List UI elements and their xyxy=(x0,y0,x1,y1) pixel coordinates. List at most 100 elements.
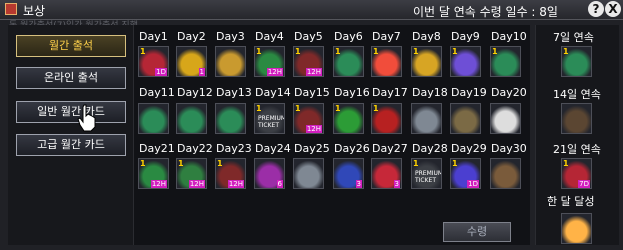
item-count: 1 xyxy=(217,159,223,168)
duration-badge: 1D xyxy=(467,180,479,188)
reward-slot-got-potion[interactable]: 1 xyxy=(333,46,364,77)
reward-slot-backpack[interactable] xyxy=(450,103,481,134)
reward-slot-silver-shield[interactable] xyxy=(293,158,324,189)
item-count: 1 xyxy=(256,47,262,56)
day-label: Day9 xyxy=(451,30,480,43)
hand-cursor-icon xyxy=(77,104,96,132)
duration-badge: 1 xyxy=(198,68,205,76)
duration-badge: 3 xyxy=(393,180,400,188)
reward-slot-premium-ticket[interactable]: PREMIUM TICKET 1 xyxy=(254,103,285,134)
window-title: 보상 xyxy=(23,4,46,18)
day-label: Day21 xyxy=(139,142,175,155)
reward-slot-tshirt[interactable] xyxy=(490,103,521,134)
day-label: Day11 xyxy=(139,86,175,99)
streak-count-label: 이번 달 연속 수령 일수 : 8일 xyxy=(413,5,558,19)
item-count: 1 xyxy=(256,104,262,113)
reward-slot-got-potion[interactable]: 1 xyxy=(490,46,521,77)
reward-slot-exp-potion[interactable]: 1 12H xyxy=(176,158,207,189)
streak-reward-label: 14일 연속 xyxy=(553,88,601,101)
day-label: Day29 xyxy=(451,142,487,155)
reward-slot-exp-potion-x3[interactable]: 1 12H xyxy=(254,46,285,77)
duration-badge: 12H xyxy=(305,125,322,133)
duration-badge: 12H xyxy=(305,68,322,76)
reward-window: 보상 이번 달 연속 수령 일수 : 8일 ? X 독 월간출석(7)일간 월간… xyxy=(0,0,623,250)
day-label: Day18 xyxy=(412,86,448,99)
reward-slot-gateway-card[interactable]: 1 xyxy=(176,46,207,77)
item-count: 1 xyxy=(413,159,419,168)
day-label: Day24 xyxy=(255,142,291,155)
day-label: Day14 xyxy=(255,86,291,99)
day-label: Day22 xyxy=(177,142,213,155)
sidebar-item-premium-monthly-card[interactable]: 고급 월간 카드 xyxy=(16,134,126,156)
streak-reward-slot-got-potion[interactable]: 1 xyxy=(561,46,592,77)
item-count: 1 xyxy=(452,159,458,168)
sidebar-item-online-attendance[interactable]: 온라인 출석 xyxy=(16,67,126,89)
item-count: 1 xyxy=(295,47,301,56)
day-label: Day28 xyxy=(412,142,448,155)
item-count: 1 xyxy=(140,47,146,56)
reward-slot-green-capsule[interactable]: 1 xyxy=(333,103,364,134)
title-bar: 보상 이번 달 연속 수령 일수 : 8일 ? X xyxy=(0,0,623,20)
item-count: 1 xyxy=(178,159,184,168)
item-count: 1 xyxy=(563,159,569,168)
reward-slot-rainbow-shield[interactable]: 1 xyxy=(371,46,402,77)
reward-slot-premium-ticket[interactable]: PREMIUM TICKET 1 xyxy=(411,158,442,189)
day-label: Day16 xyxy=(334,86,370,99)
day-label: Day7 xyxy=(372,30,401,43)
day-reward-grid: Day1 1 1D Day2 1 Day3 Day4 1 12H Day5 1 12H Day6 1 Day… xyxy=(133,25,530,245)
reward-slot-exp-potion-x3[interactable]: 1 12H xyxy=(138,158,169,189)
reward-slot-exp-potion-30[interactable]: 1 12H xyxy=(215,158,246,189)
day-label: Day6 xyxy=(334,30,363,43)
day-label: Day5 xyxy=(294,30,323,43)
streak-reward-panel: 7일 연속 1 14일 연속 21일 연속 1 7D 한 달 달성 xyxy=(535,25,619,245)
item-count: 1 xyxy=(295,104,301,113)
sidebar-item-normal-monthly-card[interactable]: 일반 월간 카드 xyxy=(16,101,126,123)
silver-shield-icon xyxy=(412,104,441,133)
sidebar-item-monthly-attendance[interactable]: 월간 출석 xyxy=(16,35,126,57)
reward-slot-silver-shield[interactable] xyxy=(411,103,442,134)
item-count: 1 xyxy=(373,47,379,56)
reward-slot-purple-capsule[interactable]: 6 xyxy=(254,158,285,189)
reward-slot-got-potion[interactable] xyxy=(176,103,207,134)
reward-slot-rainbow-got[interactable]: 1 xyxy=(450,46,481,77)
duration-badge: 3 xyxy=(355,180,362,188)
receive-button[interactable]: 수령 xyxy=(443,222,511,242)
reward-slot-blue-potion[interactable]: 1 1D xyxy=(450,158,481,189)
item-count: 1 xyxy=(373,104,379,113)
backpack-icon xyxy=(451,104,480,133)
got-potion-icon xyxy=(177,104,206,133)
reward-slot-exp-potion-30[interactable]: 1 12H xyxy=(293,103,324,134)
reward-slot-scroll[interactable] xyxy=(490,158,521,189)
reward-slot-blue-capsule[interactable]: 3 xyxy=(333,158,364,189)
reward-slot-gold-key[interactable] xyxy=(215,46,246,77)
ticket-text: PREMIUM TICKET xyxy=(258,115,285,129)
day-label: Day20 xyxy=(491,86,527,99)
gold-key-icon xyxy=(216,47,245,76)
help-button[interactable]: ? xyxy=(588,1,604,17)
reward-slot-red-tube[interactable]: 1 xyxy=(371,103,402,134)
close-button[interactable]: X xyxy=(605,1,621,17)
streak-reward-label: 21일 연속 xyxy=(553,143,601,156)
reward-slot-got-potion[interactable] xyxy=(215,103,246,134)
reward-slot-gold-got-potion[interactable]: 1 xyxy=(411,46,442,77)
day-label: Day15 xyxy=(294,86,330,99)
item-count: 1 xyxy=(335,104,341,113)
gift-icon xyxy=(5,3,17,15)
ticket-text: PREMIUM TICKET xyxy=(415,170,442,184)
reward-slot-red-potion[interactable]: 1 1D xyxy=(138,46,169,77)
day-label: Day4 xyxy=(255,30,284,43)
streak-reward-slot-boots[interactable] xyxy=(561,103,592,134)
streak-reward-label: 7일 연속 xyxy=(553,31,594,44)
day-label: Day19 xyxy=(451,86,487,99)
day-label: Day17 xyxy=(372,86,408,99)
reward-slot-red-capsule[interactable]: 3 xyxy=(371,158,402,189)
streak-reward-slot-red-potion[interactable]: 1 7D xyxy=(561,158,592,189)
streak-reward-slot-gift-box[interactable] xyxy=(561,213,592,244)
reward-slot-exp-potion-30[interactable]: 1 12H xyxy=(293,46,324,77)
reward-slot-got-potion[interactable] xyxy=(138,103,169,134)
day-label: Day8 xyxy=(412,30,441,43)
item-count: 1 xyxy=(335,47,341,56)
duration-badge: 12H xyxy=(188,180,205,188)
duration-badge: 12H xyxy=(266,68,283,76)
duration-badge: 12H xyxy=(150,180,167,188)
